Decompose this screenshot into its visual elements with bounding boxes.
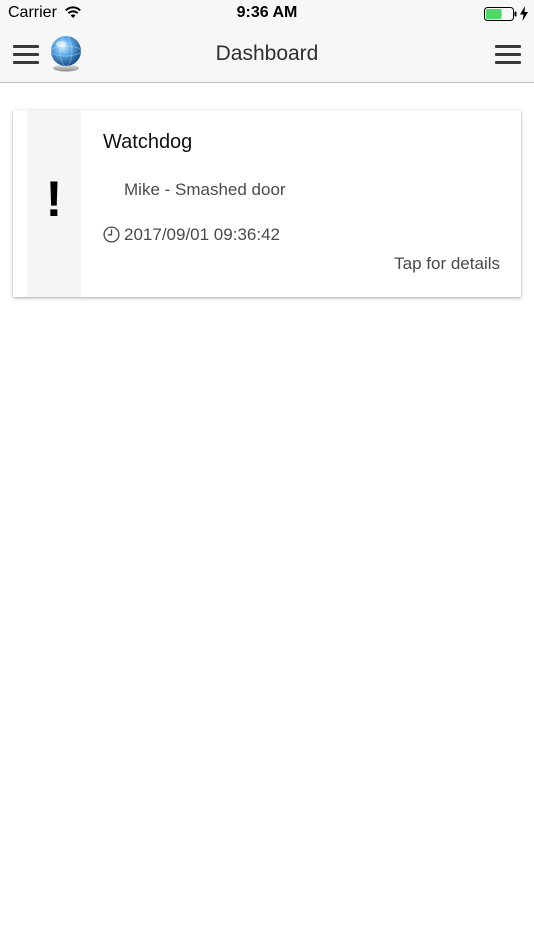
charging-bolt-icon [520, 6, 528, 21]
alert-title: Watchdog [103, 131, 193, 153]
battery-icon [484, 7, 517, 21]
clock-icon [103, 226, 120, 243]
status-bar: Carrier 9:36 AM [0, 0, 534, 28]
alert-severity-strip: ! [27, 110, 81, 297]
clock-time: 9:36 AM [236, 4, 298, 21]
alert-message: Mike - Smashed door [124, 180, 286, 199]
alert-card[interactable]: ! Watchdog Mike - Smashed door 2017/09/0… [13, 110, 521, 297]
page-title: Dashboard [215, 42, 319, 65]
tap-for-details-link[interactable]: Tap for details [394, 254, 500, 274]
exclamation-icon: ! [45, 171, 63, 227]
nav-bar: Dashboard [0, 28, 534, 83]
right-menu-icon[interactable] [495, 43, 523, 65]
alert-timestamp: 2017/09/01 09:36:42 [124, 225, 280, 244]
